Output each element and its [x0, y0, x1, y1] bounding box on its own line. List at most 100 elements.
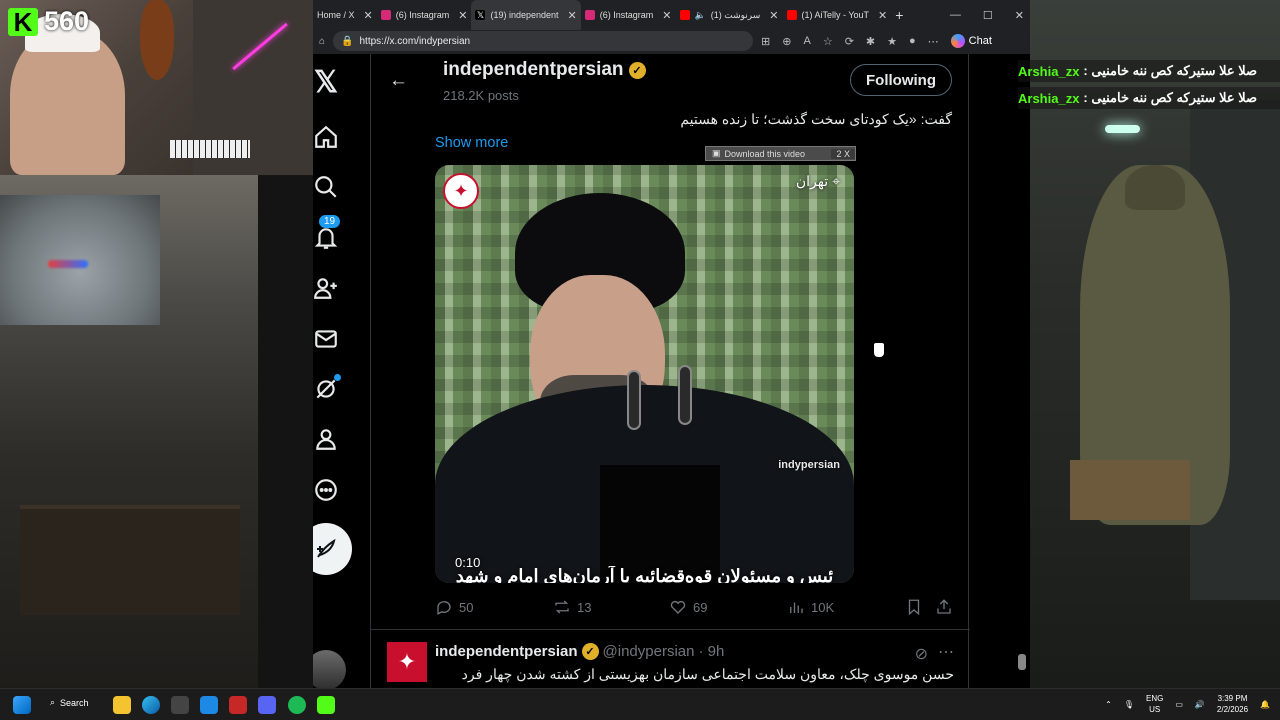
download-extra[interactable]: 2 X — [831, 148, 855, 159]
follow-nav-icon[interactable] — [313, 275, 339, 301]
windows-start-icon[interactable] — [13, 696, 31, 714]
compose-post-button[interactable] — [313, 523, 352, 575]
tweet-more-icon[interactable]: ⋯ — [938, 642, 954, 662]
spotify-icon[interactable] — [288, 696, 306, 714]
heart-icon — [670, 600, 686, 614]
reply-icon — [437, 601, 451, 615]
close-tab-icon[interactable]: ✕ — [769, 9, 778, 22]
close-tab-icon[interactable]: ✕ — [364, 9, 373, 22]
back-arrow-icon[interactable]: ← — [389, 70, 408, 92]
tab-home-x[interactable]: Home / X ✕ — [313, 0, 377, 30]
share-action[interactable] — [935, 598, 953, 616]
lang-top: ENG — [1146, 694, 1164, 703]
stream-background-left — [0, 175, 258, 688]
clock-time: 3:39 PM — [1217, 694, 1248, 703]
show-more-link[interactable]: Show more — [435, 135, 508, 151]
notifications-nav-icon[interactable]: 19 — [313, 215, 341, 251]
tab-youtube-persian[interactable]: 🔈 (1) سرنوشت ✕ — [676, 0, 783, 30]
tab-label: (1) سرنوشت — [710, 9, 761, 20]
profile-icon[interactable]: ● — [909, 35, 916, 47]
chat-message: Arshia_zx صلا علا ستیرکه کص ننه خامنیی : — [1018, 60, 1280, 82]
volume-icon[interactable]: 🔊 — [1195, 700, 1205, 709]
like-action[interactable]: 69 — [669, 598, 707, 616]
tab-independent[interactable]: 𝕏 (19) independent ✕ — [471, 0, 581, 30]
video-watermark: indypersian — [778, 459, 840, 471]
favorite-icon[interactable]: ☆ — [823, 35, 833, 48]
repost-action[interactable]: 13 — [553, 598, 591, 616]
download-video-bar[interactable]: ▣ Download this video 2 X — [705, 146, 856, 161]
x-logo-icon[interactable]: 𝕏 — [313, 66, 339, 99]
search-nav-icon[interactable] — [313, 174, 339, 200]
app-icon[interactable] — [200, 696, 218, 714]
grok-icon[interactable]: ⊘ — [915, 644, 928, 664]
posts-count: 218.2K posts — [443, 88, 519, 103]
tab-instagram-2[interactable]: (6) Instagram ✕ — [581, 0, 676, 30]
more-icon[interactable]: ⋯ — [928, 35, 939, 48]
clock[interactable]: 3:39 PM 2/2/2026 — [1217, 693, 1248, 715]
more-nav-icon[interactable] — [313, 477, 339, 503]
language-indicator[interactable]: ENG US — [1146, 693, 1163, 715]
microphone-left — [627, 370, 641, 430]
tweet-avatar[interactable]: ✦ — [387, 642, 427, 682]
tray-chevron-icon[interactable]: ⌃ — [1105, 700, 1112, 709]
profile-nav-icon[interactable] — [313, 426, 339, 452]
close-tab-icon[interactable]: ✕ — [878, 9, 887, 22]
home-icon[interactable]: ⌂ — [319, 36, 325, 47]
file-explorer-icon[interactable] — [113, 696, 131, 714]
network-icon[interactable]: ▭ — [1175, 700, 1183, 709]
microphone-icon[interactable]: 🎙 — [1124, 700, 1134, 709]
webcam-feed: K 560 — [0, 0, 313, 175]
news-app-icon[interactable] — [229, 696, 247, 714]
stream-gap — [258, 175, 313, 688]
search-icon: ⌕ — [50, 697, 56, 707]
grok-nav-icon[interactable] — [313, 374, 341, 402]
close-tab-icon[interactable]: ✕ — [662, 9, 671, 22]
copilot-chat-button[interactable]: Chat — [950, 34, 992, 48]
tweet-author-name[interactable]: independentpersian — [435, 643, 578, 660]
scrollbar-thumb[interactable] — [1018, 654, 1026, 670]
close-tab-icon[interactable]: ✕ — [568, 9, 577, 22]
tweet-time[interactable]: · 9h — [698, 643, 724, 660]
tab-strip: Home / X ✕ (6) Instagram ✕ 𝕏 (19) independ… — [313, 0, 1030, 30]
desk-scene — [20, 505, 240, 615]
views-action[interactable]: 10K — [787, 598, 834, 616]
bookmark-action[interactable] — [905, 598, 923, 616]
refresh-icon[interactable]: ⟳ — [845, 35, 854, 48]
notification-bell-icon[interactable]: 🔔 — [1260, 700, 1270, 709]
bookmark-icon — [908, 599, 920, 616]
account-avatar[interactable] — [313, 650, 346, 688]
favorites-icon[interactable]: ★ — [887, 35, 897, 48]
tab-youtube-aitelly[interactable]: (1) AiTelly - YouT ✕ — [783, 0, 892, 30]
speaker-icon[interactable]: 🔈 — [695, 10, 706, 21]
read-aloud-icon[interactable]: A — [803, 35, 810, 47]
close-window-icon[interactable]: ✕ — [1015, 9, 1024, 22]
streaming-app-icon[interactable] — [317, 696, 335, 714]
tweet-handle[interactable]: @indypersian — [603, 643, 695, 660]
edge-icon[interactable] — [142, 696, 160, 714]
zoom-icon[interactable]: ⊕ — [782, 35, 791, 48]
kick-logo: K — [8, 7, 38, 36]
browser-window: Home / X ✕ (6) Instagram ✕ 𝕏 (19) independ… — [313, 0, 1030, 688]
messages-nav-icon[interactable] — [313, 326, 339, 352]
profile-column: ← independentpersian ✓ 218.2K posts Foll… — [370, 54, 970, 688]
home-nav-icon[interactable] — [313, 124, 339, 150]
verified-gold-icon: ✓ — [628, 61, 646, 79]
taskbar-search[interactable]: ⌕ Search — [50, 697, 89, 708]
new-tab-button[interactable]: + — [891, 0, 907, 30]
store-icon[interactable] — [171, 696, 189, 714]
tab-instagram[interactable]: (6) Instagram ✕ — [377, 0, 472, 30]
following-button[interactable]: Following — [850, 64, 952, 96]
next-tweet[interactable]: ✦ independentpersian ✓ @indypersian · 9h… — [371, 630, 970, 688]
maximize-icon[interactable]: ☐ — [983, 9, 993, 22]
reply-action[interactable]: 50 — [435, 598, 473, 616]
app-available-icon[interactable]: ⊞ — [761, 35, 770, 48]
minimize-icon[interactable]: — — [950, 9, 961, 21]
tweet-video[interactable]: ✦ تهران ⌖ indypersian 0:10 ئیس و مسئولان… — [435, 165, 854, 583]
tweet-header: independentpersian ✓ @indypersian · 9h — [435, 643, 724, 660]
discord-icon[interactable] — [258, 696, 276, 714]
close-tab-icon[interactable]: ✕ — [458, 9, 467, 22]
extensions-icon[interactable]: ✱ — [866, 35, 875, 48]
address-bar[interactable]: 🔒 https://x.com/indypersian — [333, 31, 754, 51]
soldier-boots — [1070, 460, 1190, 520]
repost-icon — [555, 600, 569, 614]
